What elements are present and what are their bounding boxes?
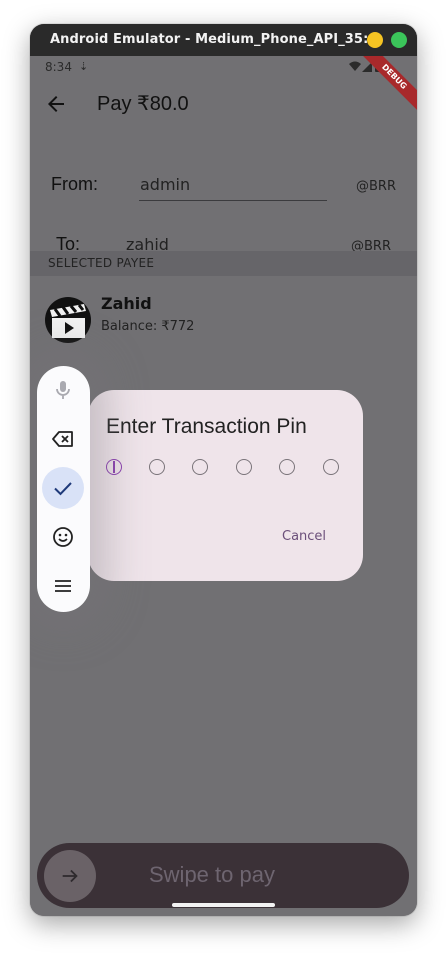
menu-button[interactable] <box>42 565 84 607</box>
minimize-button[interactable] <box>367 32 383 48</box>
payee-item[interactable]: Zahid Balance: ₹772 <box>44 294 344 344</box>
wifi-icon <box>349 61 361 71</box>
pin-digit-4[interactable] <box>236 459 252 475</box>
status-bar: 8:34 ⇣ DEBUG <box>30 56 417 114</box>
check-icon <box>54 482 72 496</box>
emoji-icon <box>53 527 73 547</box>
emulator-title-bar: Android Emulator - Medium_Phone_API_35:.… <box>30 24 417 56</box>
status-time: 8:34 <box>45 60 72 74</box>
movie-clapper-icon <box>45 297 91 343</box>
app-bar: Pay ₹80.0 <box>30 78 417 134</box>
page-title: Pay ₹80.0 <box>97 93 189 115</box>
mic-button[interactable] <box>42 369 84 411</box>
cancel-button[interactable]: Cancel <box>282 529 326 544</box>
pin-dialog-title: Enter Transaction Pin <box>106 415 307 438</box>
emulator-window: Android Emulator - Medium_Phone_API_35:.… <box>30 24 417 916</box>
backspace-icon <box>52 431 73 447</box>
section-header: SELECTED PAYEE <box>30 251 417 276</box>
menu-icon <box>55 580 71 592</box>
phone-screen: 8:34 ⇣ DEBUG Pay ₹80.0 From: admin @BRR … <box>30 56 417 916</box>
download-icon: ⇣ <box>79 60 89 73</box>
gesture-home-bar[interactable] <box>172 903 275 907</box>
done-button[interactable] <box>42 467 84 509</box>
from-value: admin <box>140 175 191 194</box>
arrow-right-icon <box>62 869 78 883</box>
pin-digit-1[interactable] <box>106 459 122 475</box>
swipe-label: Swipe to pay <box>149 862 275 887</box>
mic-icon <box>56 381 70 399</box>
from-suffix: @BRR <box>356 179 396 194</box>
from-field[interactable]: admin <box>139 172 327 201</box>
back-arrow-icon[interactable] <box>44 92 68 116</box>
payee-balance: Balance: ₹772 <box>101 319 195 334</box>
pin-digit-3[interactable] <box>192 459 208 475</box>
keyboard-toolbar <box>37 366 90 612</box>
maximize-button[interactable] <box>391 32 407 48</box>
backspace-button[interactable] <box>42 418 84 460</box>
swipe-handle[interactable] <box>44 850 96 902</box>
pin-digit-5[interactable] <box>279 459 295 475</box>
emoji-button[interactable] <box>42 516 84 558</box>
from-label: From: <box>51 174 98 194</box>
pin-dialog: Enter Transaction Pin Cancel <box>88 390 363 581</box>
selected-payee-header: SELECTED PAYEE <box>48 256 155 270</box>
pin-digit-2[interactable] <box>149 459 165 475</box>
payee-name: Zahid <box>101 294 152 313</box>
window-title: Android Emulator - Medium_Phone_API_35:.… <box>50 32 384 47</box>
swipe-to-pay-slider[interactable]: Swipe to pay <box>37 843 409 908</box>
pin-digit-6[interactable] <box>323 459 339 475</box>
